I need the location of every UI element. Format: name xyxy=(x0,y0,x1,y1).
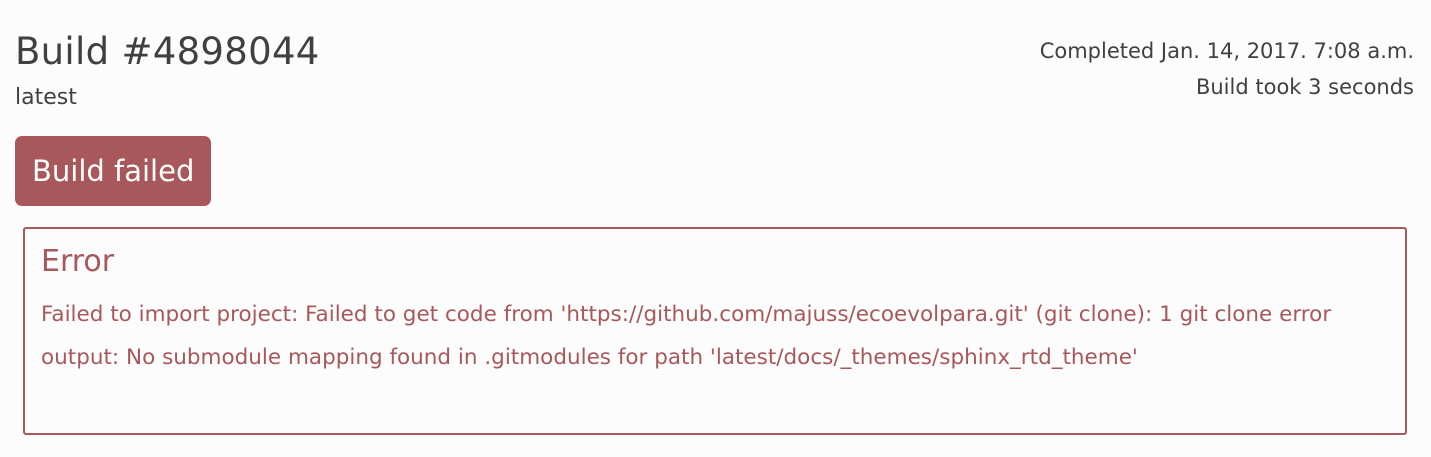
build-duration: Build took 3 seconds xyxy=(1195,75,1414,99)
error-panel: Error Failed to import project: Failed t… xyxy=(23,227,1407,435)
build-detail-page: Build #4898044 latest Completed Jan. 14,… xyxy=(0,0,1431,457)
error-message: Failed to import project: Failed to get … xyxy=(41,302,1332,370)
build-title: Build #4898044 xyxy=(15,30,320,73)
build-version: latest xyxy=(15,85,77,110)
build-completed-time: Completed Jan. 14, 2017. 7:08 a.m. xyxy=(1039,39,1414,63)
build-meta: Completed Jan. 14, 2017. 7:08 a.m. Build… xyxy=(1040,33,1414,105)
status-badge: Build failed xyxy=(15,136,212,206)
build-header: Build #4898044 latest xyxy=(15,28,320,112)
error-title: Error xyxy=(41,244,115,279)
